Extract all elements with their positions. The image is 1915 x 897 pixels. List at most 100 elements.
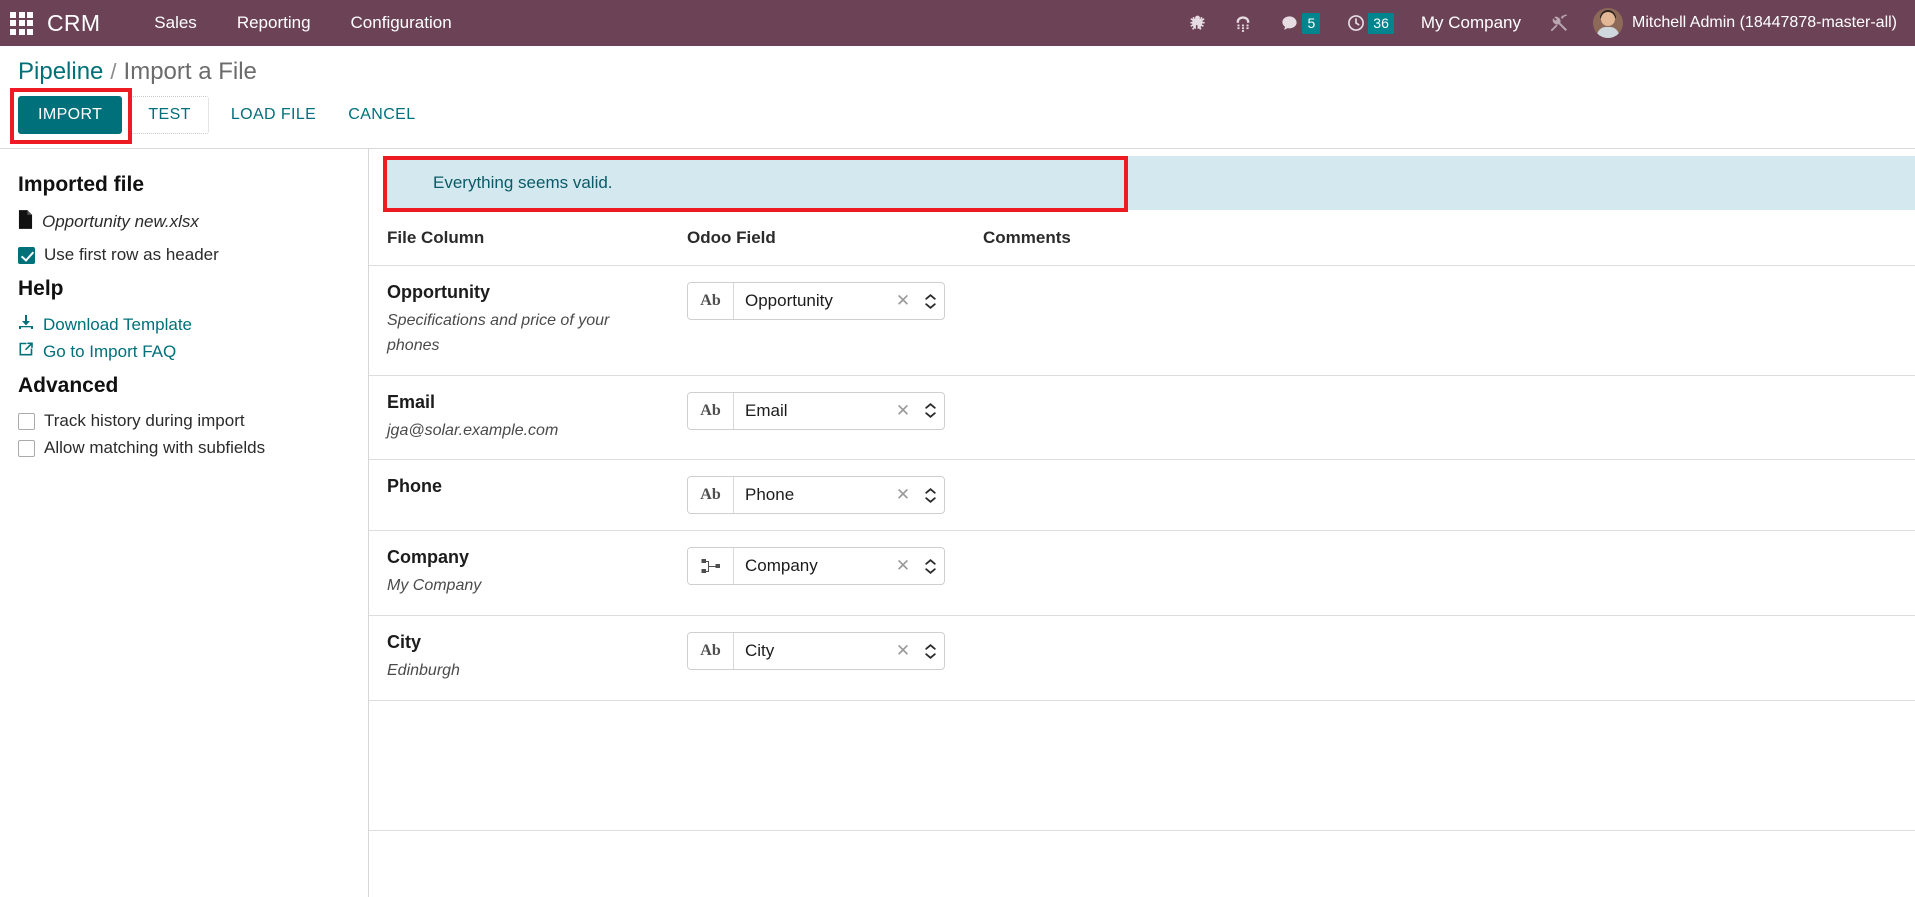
import-button[interactable]: IMPORT: [18, 96, 123, 134]
table-empty-space: [369, 700, 1915, 831]
text-ab-icon: Ab: [688, 283, 734, 319]
text-ab-icon: Ab: [688, 392, 734, 429]
breadcrumb-current: Import a File: [123, 58, 257, 85]
tools-wrench-icon[interactable]: [1535, 0, 1583, 46]
menu-item-reporting[interactable]: Reporting: [217, 0, 331, 46]
allow-subfields-label: Allow matching with subfields: [44, 438, 266, 457]
odoo-field-select[interactable]: Ab Phone ✕: [687, 476, 945, 515]
track-history-option[interactable]: Track history during import: [18, 411, 350, 431]
load-file-button[interactable]: LOAD FILE: [215, 97, 332, 133]
table-row: Opportunity Specifications and price of …: [369, 265, 1915, 376]
activity-clock-icon[interactable]: 36: [1333, 0, 1407, 46]
file-column-sample: jga@solar.example.com: [387, 421, 559, 439]
apps-grid-icon[interactable]: [10, 11, 33, 35]
odoo-field-cell: Ab Opportunity ✕: [687, 265, 983, 376]
header-comments: Comments: [983, 210, 1915, 266]
header-file-column: File Column: [369, 210, 687, 266]
file-column-cell: City Edinburgh: [369, 615, 687, 701]
odoo-field-cell: Ab City ✕: [687, 615, 983, 701]
download-template-label: Download Template: [43, 314, 192, 334]
cancel-button[interactable]: CANCEL: [332, 97, 431, 133]
comments-cell: [983, 459, 1915, 532]
clear-x-icon[interactable]: ✕: [890, 633, 916, 669]
file-column-sample: Edinburgh: [387, 662, 460, 680]
chevron-updown-icon[interactable]: [916, 633, 944, 669]
main-menu: Sales Reporting Configuration: [134, 0, 471, 46]
comments-cell: [983, 265, 1915, 376]
allow-subfields-option[interactable]: Allow matching with subfields: [18, 438, 350, 458]
odoo-field-select[interactable]: Ab Email ✕: [687, 391, 945, 430]
relation-many2one-icon: [688, 548, 734, 585]
messaging-chat-icon[interactable]: 5: [1266, 0, 1333, 46]
clear-x-icon[interactable]: ✕: [890, 283, 916, 319]
file-document-icon: [18, 210, 33, 234]
action-button-row: IMPORT TEST LOAD FILE CANCEL: [0, 88, 1915, 148]
file-column-name: Email: [387, 391, 436, 412]
text-ab-icon: Ab: [688, 477, 734, 514]
file-column-name: Opportunity: [387, 282, 490, 302]
empty-cell: [687, 700, 983, 831]
text-ab-icon: Ab: [688, 633, 734, 670]
chevron-updown-icon[interactable]: [916, 548, 944, 584]
breadcrumb-pipeline[interactable]: Pipeline: [18, 58, 103, 86]
file-column-name: Company: [387, 547, 470, 568]
table-row: City Edinburgh Ab City ✕: [369, 615, 1915, 701]
table-row: Phone Ab Phone ✕: [369, 459, 1915, 532]
odoo-field-value[interactable]: City: [734, 633, 890, 669]
odoo-field-select[interactable]: Ab City ✕: [687, 632, 945, 671]
odoo-field-value[interactable]: Email: [734, 393, 890, 429]
clear-x-icon[interactable]: ✕: [890, 393, 916, 429]
odoo-field-select[interactable]: Ab Opportunity ✕: [687, 282, 945, 320]
odoo-field-cell: Company ✕: [687, 530, 983, 617]
bug-icon[interactable]: [1175, 0, 1220, 46]
import-main-pane: Everything seems valid. File Column Odoo…: [368, 149, 1915, 897]
chevron-updown-icon[interactable]: [916, 477, 944, 513]
external-link-icon: [18, 341, 34, 362]
allow-subfields-checkbox[interactable]: [18, 439, 35, 457]
empty-cell: [983, 700, 1915, 831]
odoo-field-value[interactable]: Phone: [734, 477, 890, 513]
use-first-row-checkbox[interactable]: [18, 246, 35, 264]
field-mapping-head: File Column Odoo Field Comments: [369, 210, 1915, 266]
breadcrumb: Pipeline / Import a File: [0, 58, 1915, 96]
import-sidebar: Imported file Opportunity new.xlsx Use f…: [0, 149, 368, 897]
menu-item-configuration[interactable]: Configuration: [331, 0, 472, 46]
odoo-field-cell: Ab Phone ✕: [687, 459, 983, 532]
odoo-field-select[interactable]: Company ✕: [687, 547, 945, 586]
help-heading: Help: [18, 277, 64, 300]
clear-x-icon[interactable]: ✕: [890, 477, 916, 513]
avatar: [1593, 8, 1623, 38]
activity-count-badge: 36: [1368, 12, 1394, 34]
test-button[interactable]: TEST: [130, 96, 209, 134]
messaging-count-badge: 5: [1302, 12, 1321, 34]
file-column-name: City: [387, 632, 422, 653]
app-brand-crm[interactable]: CRM: [47, 10, 100, 37]
file-column-cell: Opportunity Specifications and price of …: [369, 265, 687, 376]
phone-dialpad-icon[interactable]: [1220, 0, 1266, 46]
imported-file-heading: Imported file: [18, 173, 145, 196]
empty-cell: [369, 700, 687, 831]
odoo-field-value[interactable]: Opportunity: [734, 283, 890, 319]
control-panel: Pipeline / Import a File IMPORT TEST LOA…: [0, 46, 1915, 149]
import-faq-label: Go to Import FAQ: [43, 341, 177, 361]
page-body: Imported file Opportunity new.xlsx Use f…: [0, 149, 1915, 897]
systray: 5 36: [1175, 0, 1406, 46]
chevron-updown-icon[interactable]: [916, 393, 944, 429]
menu-item-sales[interactable]: Sales: [134, 0, 217, 46]
alert-wrapper: Everything seems valid.: [369, 149, 1915, 212]
file-column-name: Phone: [387, 476, 443, 497]
download-template-link[interactable]: Download Template: [18, 314, 350, 335]
table-row: Company My Company Company ✕: [369, 530, 1915, 617]
track-history-checkbox[interactable]: [18, 412, 35, 430]
clear-x-icon[interactable]: ✕: [890, 548, 916, 584]
chevron-updown-icon[interactable]: [916, 283, 944, 319]
company-switcher[interactable]: My Company: [1407, 13, 1535, 33]
field-mapping-body: Opportunity Specifications and price of …: [369, 265, 1915, 831]
import-faq-link[interactable]: Go to Import FAQ: [18, 341, 350, 362]
track-history-label: Track history during import: [44, 411, 245, 430]
user-menu[interactable]: Mitchell Admin (18447878-master-all): [1583, 8, 1901, 38]
table-row: Email jga@solar.example.com Ab Email ✕: [369, 375, 1915, 461]
use-first-row-as-header-option[interactable]: Use first row as header: [18, 245, 350, 265]
odoo-field-value[interactable]: Company: [734, 548, 890, 584]
odoo-field-cell: Ab Email ✕: [687, 375, 983, 461]
